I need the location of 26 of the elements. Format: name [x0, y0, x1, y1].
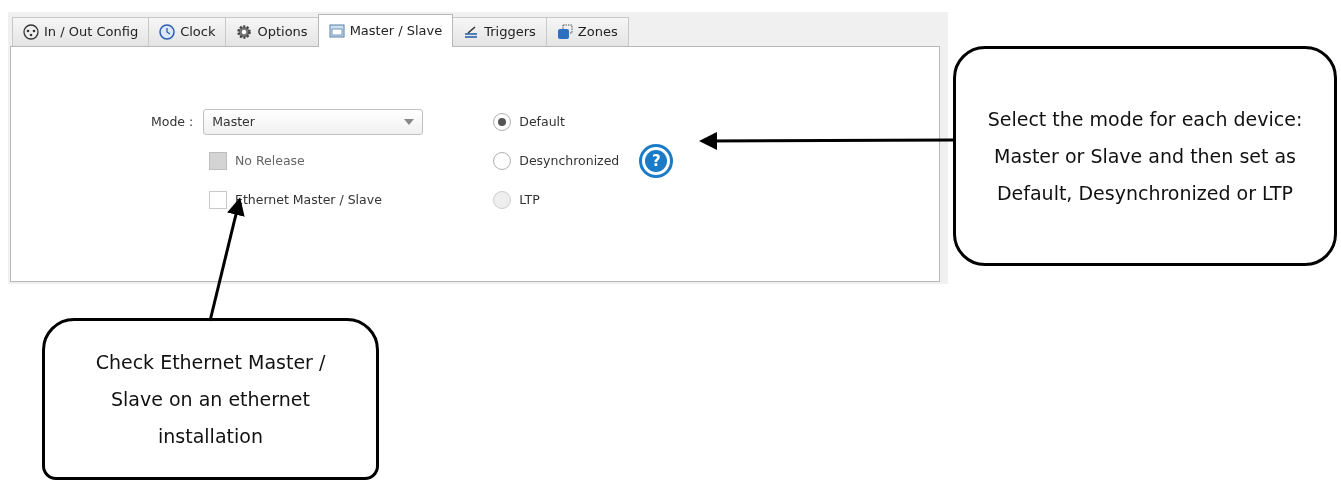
ltp-icon	[328, 23, 345, 39]
gear-icon	[236, 24, 253, 40]
zone-icon	[556, 24, 573, 40]
callout: Check Ethernet Master / Slave on an ethernet installation	[42, 318, 379, 480]
help-button[interactable]: ?	[639, 144, 674, 178]
connector-icon	[23, 24, 39, 40]
tab[interactable]: In / Out Config	[12, 17, 150, 46]
checkbox-label: No Release	[235, 151, 305, 170]
tab[interactable]: Options	[225, 17, 319, 46]
radio-label: Default	[519, 112, 565, 131]
radio-button[interactable]	[493, 152, 512, 170]
callout: Select the mode for each device: Master or Slave and then set as Default, Desynchronized or LTP	[953, 46, 1337, 266]
tab[interactable]: Clock	[148, 17, 227, 46]
radio-button[interactable]	[493, 113, 512, 131]
tab[interactable]: Zones	[545, 17, 629, 46]
field-label: Mode :	[151, 112, 194, 131]
mode-dropdown[interactable]: Master	[203, 109, 424, 135]
caret-icon	[404, 119, 415, 125]
tab[interactable]: Triggers	[452, 17, 547, 46]
radio-label: Desynchronized	[519, 151, 620, 170]
checkbox[interactable]	[209, 191, 227, 209]
tab[interactable]: Master / Slave	[317, 14, 454, 47]
clock-icon	[159, 24, 176, 40]
radio-label: LTP	[519, 190, 540, 209]
slider-icon	[463, 24, 480, 40]
checkbox-label: Ethernet Master / Slave	[235, 190, 382, 209]
